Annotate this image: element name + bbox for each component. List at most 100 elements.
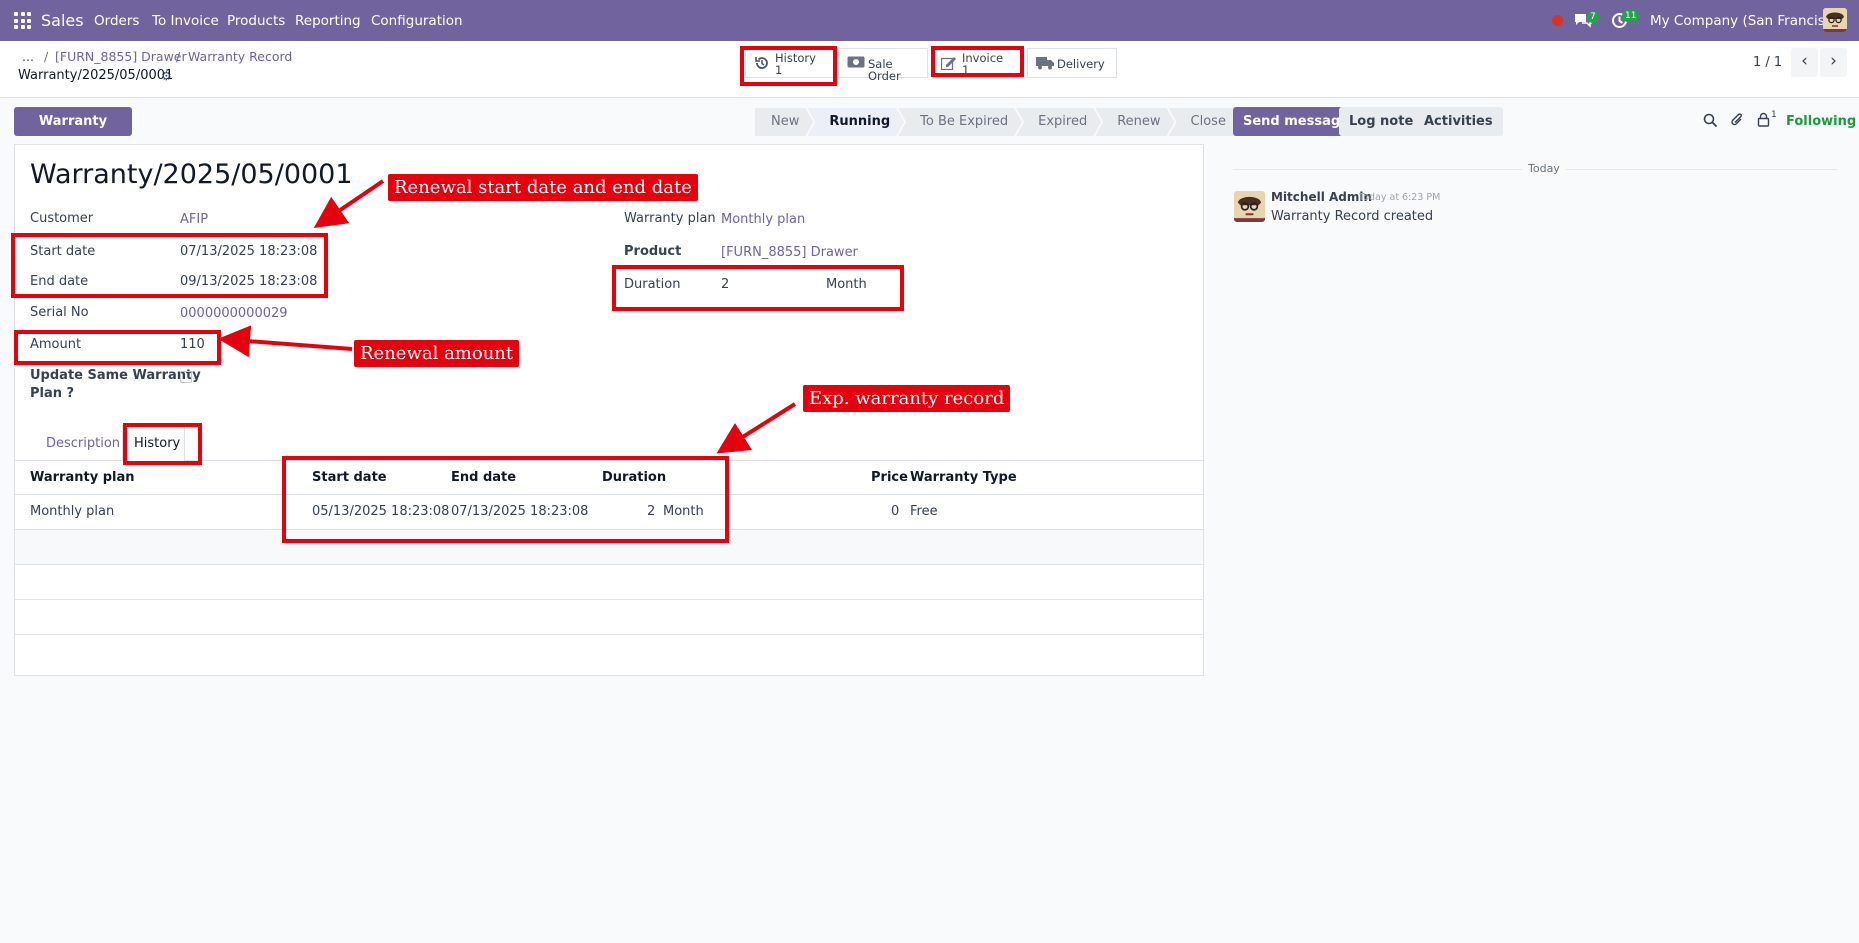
product-field[interactable]: [FURN_8855] Drawer xyxy=(721,245,858,260)
row-end-date: 07/13/2025 18:23:08 xyxy=(451,504,589,519)
stage-new[interactable]: New xyxy=(755,108,813,136)
tab-description[interactable]: Description xyxy=(46,436,120,451)
amount-label: Amount xyxy=(30,337,82,352)
menu-to-invoice[interactable]: To Invoice xyxy=(152,13,219,29)
following-button[interactable]: Following xyxy=(1786,114,1856,129)
form-sheet: Warranty/2025/05/0001 Customer AFIP Star… xyxy=(14,144,1204,676)
truck-icon xyxy=(1036,56,1054,70)
search-messages-icon[interactable] xyxy=(1703,113,1718,132)
message-author[interactable]: Mitchell Admin xyxy=(1271,190,1372,204)
sale-order-smart-button[interactable]: Sale Order xyxy=(838,48,928,82)
annotation-exp-record: Exp. warranty record xyxy=(803,385,1011,412)
serial-no-label: Serial No xyxy=(30,305,89,320)
status-bar: New Running To Be Expired Expired Renew … xyxy=(755,108,1240,136)
row-type: Free xyxy=(910,504,938,519)
record-name: Warranty/2025/05/0001 xyxy=(18,68,174,83)
col-duration[interactable]: Duration xyxy=(602,470,666,485)
menu-configuration[interactable]: Configuration xyxy=(371,13,463,29)
followers-lock-icon[interactable] xyxy=(1757,112,1770,131)
stage-expired[interactable]: Expired xyxy=(1016,108,1101,136)
breadcrumb-product[interactable]: [FURN_8855] Drawer xyxy=(55,49,187,64)
menu-products[interactable]: Products xyxy=(227,13,285,29)
duration-field[interactable]: 2 xyxy=(721,277,729,292)
annotation-renewal-amount: Renewal amount xyxy=(354,340,520,367)
delivery-smart-button[interactable]: Delivery xyxy=(1027,48,1117,78)
control-panel: ... / [FURN_8855] Drawer / Warranty Reco… xyxy=(0,41,1859,98)
pager-previous-icon[interactable]: ‹ xyxy=(1791,48,1818,77)
message-time: Today at 6:23 PM xyxy=(1359,192,1441,203)
day-label: Today xyxy=(1522,162,1566,175)
history-icon xyxy=(754,56,770,70)
company-switcher[interactable]: My Company (San Francisco) xyxy=(1650,13,1846,29)
gear-icon[interactable]: ⚙ xyxy=(161,69,172,83)
col-warranty-plan[interactable]: Warranty plan xyxy=(30,470,135,485)
update-plan-checkbox[interactable] xyxy=(180,371,192,383)
log-note-button[interactable]: Log note xyxy=(1339,107,1424,136)
product-label: Product xyxy=(624,244,682,259)
app-name[interactable]: Sales xyxy=(41,11,84,30)
tab-history[interactable]: History xyxy=(122,425,185,461)
stage-to-be-expired[interactable]: To Be Expired xyxy=(898,108,1022,136)
debug-indicator-icon[interactable] xyxy=(1552,15,1563,26)
col-start-date[interactable]: Start date xyxy=(312,470,387,485)
activities-button[interactable]: Activities xyxy=(1414,107,1503,136)
menu-orders[interactable]: Orders xyxy=(94,13,139,29)
tabs-divider xyxy=(15,460,1203,461)
warranty-plan-field[interactable]: Monthly plan xyxy=(721,212,805,227)
customer-field[interactable]: AFIP xyxy=(180,212,208,227)
stage-renew[interactable]: Renew xyxy=(1095,108,1174,136)
attachment-icon[interactable] xyxy=(1730,112,1744,133)
author-avatar[interactable] xyxy=(1234,191,1265,222)
row-duration-unit: Month xyxy=(663,504,704,519)
start-date-label: Start date xyxy=(30,244,96,259)
app-menu-icon[interactable] xyxy=(14,12,31,29)
breadcrumb-ellipsis[interactable]: ... xyxy=(22,49,34,64)
stage-running[interactable]: Running xyxy=(807,108,904,136)
follower-count: 1 xyxy=(1771,110,1777,120)
warranty-renew-button[interactable]: Warranty Renew xyxy=(14,107,132,158)
menu-reporting[interactable]: Reporting xyxy=(295,13,361,29)
amount-field[interactable]: 110 xyxy=(180,337,205,352)
user-avatar[interactable] xyxy=(1823,8,1847,32)
start-date-field[interactable]: 07/13/2025 18:23:08 xyxy=(180,244,317,259)
row-divider xyxy=(15,564,1203,565)
edit-invoice-icon xyxy=(940,56,957,71)
row-plan: Monthly plan xyxy=(30,504,115,519)
end-date-label: End date xyxy=(30,274,89,289)
duration-unit-field[interactable]: Month xyxy=(826,277,867,292)
message-body: Warranty Record created xyxy=(1271,209,1434,224)
col-price[interactable]: Price xyxy=(871,470,908,485)
annotation-renewal-dates: Renewal start date and end date xyxy=(388,174,698,201)
row-divider xyxy=(15,634,1203,635)
breadcrumb-warranty-record[interactable]: Warranty Record xyxy=(188,49,292,64)
empty-row xyxy=(15,530,1203,564)
row-price: 0 xyxy=(891,504,900,519)
warranty-plan-label: Warranty plan xyxy=(624,211,716,226)
pager-value[interactable]: 1 / 1 xyxy=(1753,55,1782,70)
serial-no-field[interactable]: 0000000000029 xyxy=(180,306,288,321)
customer-label: Customer xyxy=(30,211,94,226)
end-date-field[interactable]: 09/13/2025 18:23:08 xyxy=(180,274,317,289)
col-warranty-type[interactable]: Warranty Type xyxy=(910,470,1017,485)
row-divider xyxy=(15,599,1203,600)
table-row[interactable]: Monthly plan 05/13/2025 18:23:08 07/13/2… xyxy=(15,495,1203,529)
row-start-date: 05/13/2025 18:23:08 xyxy=(312,504,450,519)
history-count: 1 xyxy=(775,63,783,77)
invoice-smart-button[interactable]: Invoice 1 xyxy=(932,48,1023,78)
breadcrumb-separator: / xyxy=(176,49,181,64)
stage-close[interactable]: Close xyxy=(1168,108,1240,136)
sale-order-label: Sale Order xyxy=(868,57,901,83)
delivery-label: Delivery xyxy=(1057,57,1105,71)
money-icon xyxy=(847,56,865,70)
row-duration: 2 xyxy=(647,504,656,519)
pager-next-icon[interactable]: › xyxy=(1820,48,1847,77)
invoice-count: 1 xyxy=(962,63,970,77)
activity-badge: 11 xyxy=(1622,10,1640,22)
duration-label: Duration xyxy=(624,277,681,292)
messages-badge: 7 xyxy=(1587,11,1599,23)
history-smart-button[interactable]: History 1 xyxy=(745,48,834,78)
col-end-date[interactable]: End date xyxy=(451,470,516,485)
top-navbar: Sales Orders To Invoice Products Reporti… xyxy=(0,0,1859,41)
record-title: Warranty/2025/05/0001 xyxy=(30,159,353,190)
update-plan-label: Update Same Warranty Plan ? xyxy=(30,368,201,401)
